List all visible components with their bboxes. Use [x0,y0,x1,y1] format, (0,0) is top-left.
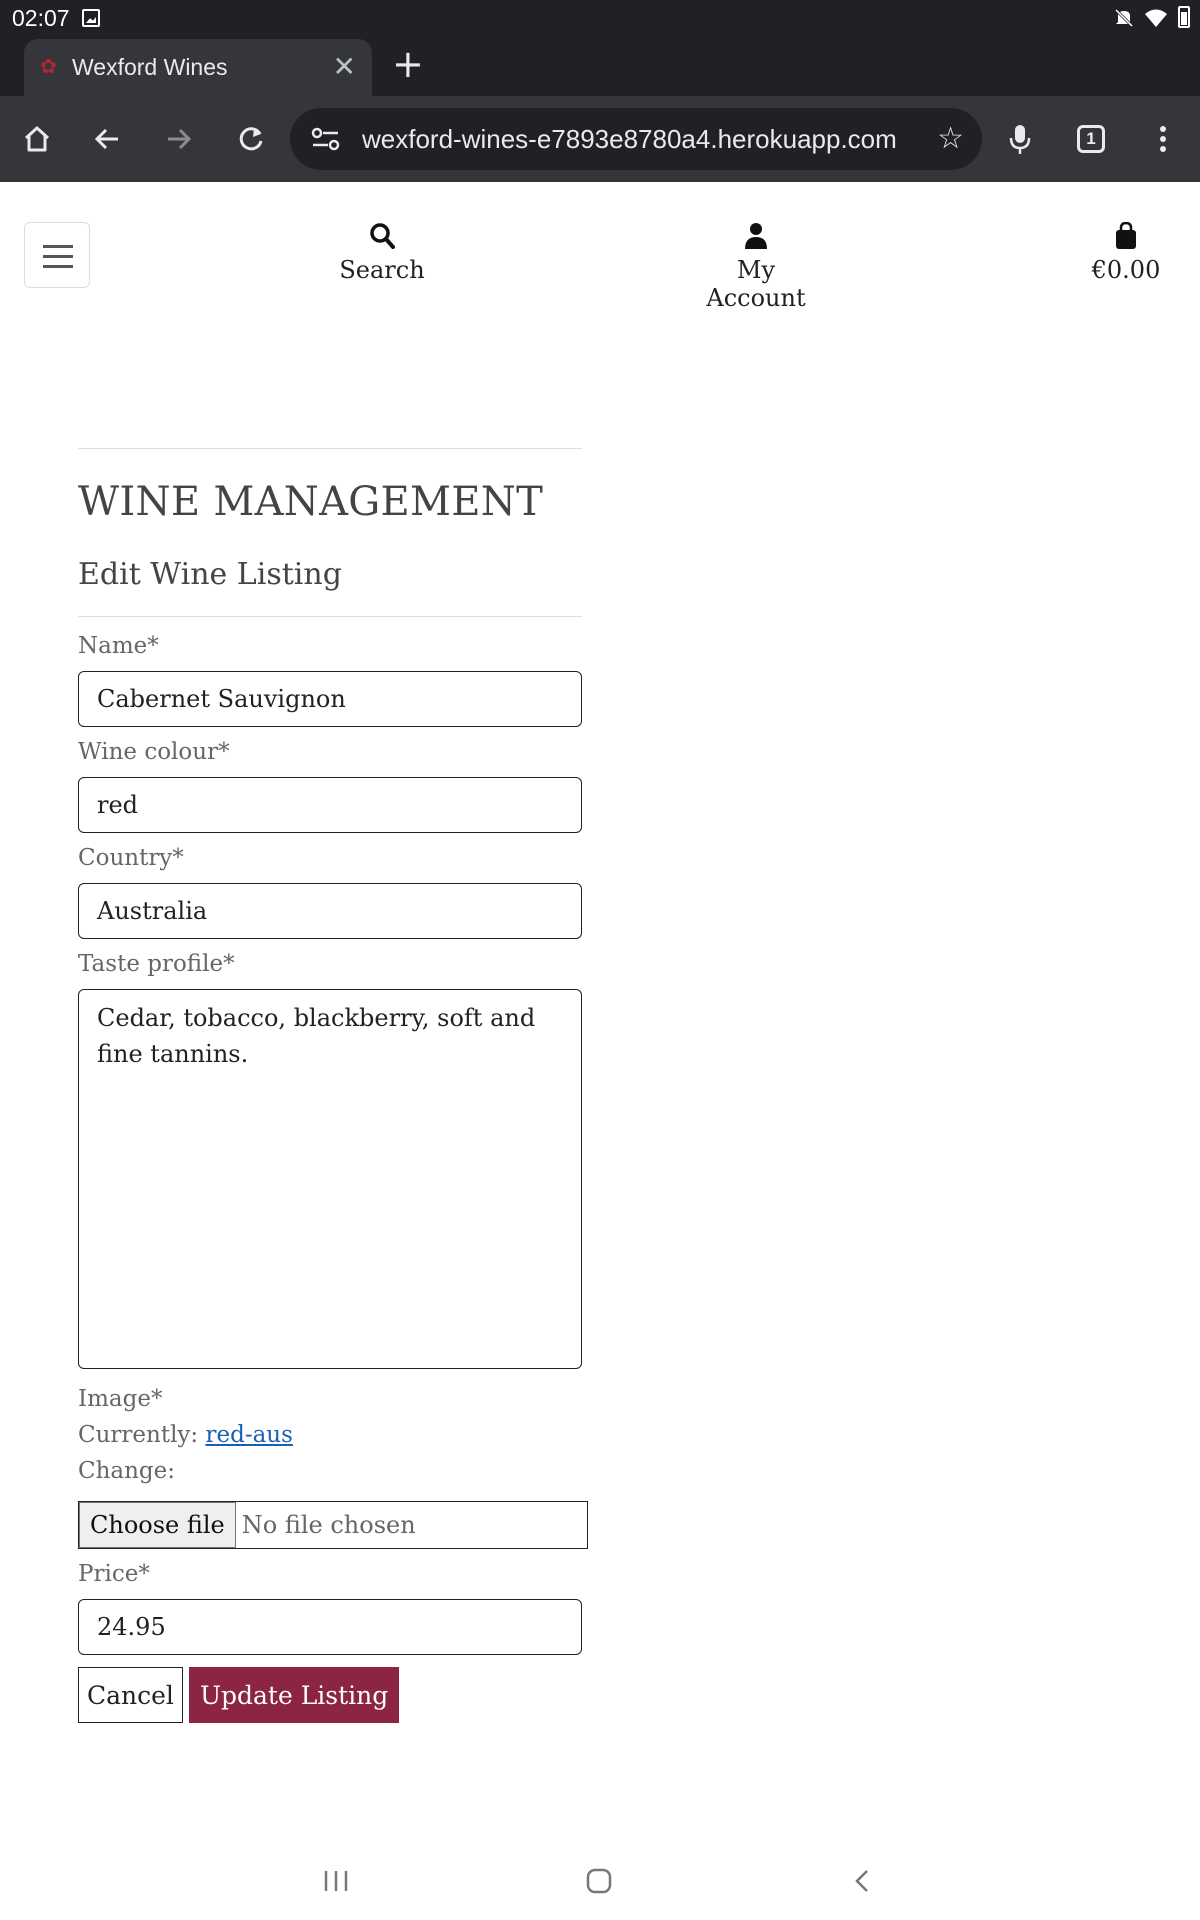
close-tab-icon[interactable]: ✕ [333,50,356,83]
forward-icon[interactable] [158,118,200,160]
main-content: WINE MANAGEMENT Edit Wine Listing Name* … [78,448,588,1723]
change-label: Change: [78,1458,176,1484]
hamburger-icon [43,245,73,248]
shopping-bag-link[interactable]: €0.00 [1086,221,1166,284]
home-icon[interactable] [16,118,58,160]
currently-line: Currently: red-aus [78,1417,582,1453]
back-icon[interactable] [86,118,128,160]
status-icons [1114,6,1190,28]
status-bar: 02:07 [0,0,1200,36]
tab-switcher-icon[interactable]: 1 [1077,125,1105,153]
status-time: 02:07 [12,5,70,31]
page-subtitle: Edit Wine Listing [78,557,342,592]
country-field[interactable]: Australia [78,883,582,939]
name-label: Name* [78,633,159,659]
battery-icon [1178,6,1190,28]
new-tab-icon[interactable]: + [392,44,424,84]
image-file-input[interactable]: Choose file No file chosen [78,1501,588,1549]
image-label: Image* [78,1386,163,1412]
price-label: Price* [78,1561,150,1587]
current-image-link[interactable]: red-aus [205,1422,292,1448]
menu-toggle-button[interactable] [24,222,90,288]
more-menu-icon[interactable] [1142,118,1184,160]
back-nav-icon[interactable] [852,1868,872,1898]
search-icon [336,222,428,252]
taste-profile-label: Taste profile* [78,951,235,977]
browser-tab-strip: ✿ Wexford Wines ✕ + [0,36,1200,96]
grape-favicon-icon: ✿ [40,56,57,78]
wine-colour-label: Wine colour* [78,739,230,765]
edit-wine-form: Name* Cabernet Sauvignon Wine colour* re… [78,633,588,1723]
address-bar[interactable]: wexford-wines-e7893e8780a4.herokuapp.com… [290,108,982,170]
country-label: Country* [78,845,184,871]
price-field[interactable]: 24.95 [78,1599,582,1655]
search-label: Search [339,256,425,284]
browser-tab[interactable]: ✿ Wexford Wines ✕ [24,39,372,96]
name-field[interactable]: Cabernet Sauvignon [78,671,582,727]
tab-title: Wexford Wines [72,54,228,80]
bag-total: €0.00 [1091,256,1161,284]
update-listing-button[interactable]: Update Listing [188,1667,400,1723]
image-section: Image* Currently: red-aus Change: [78,1381,582,1489]
search-link[interactable]: Search [336,222,428,284]
site-settings-icon[interactable] [310,124,342,154]
my-account-link[interactable]: My Account [684,222,828,312]
browser-toolbar: wexford-wines-e7893e8780a4.herokuapp.com… [0,96,1200,182]
wine-colour-field[interactable]: red [78,777,582,833]
image-notification-icon [82,9,100,27]
choose-file-button[interactable]: Choose file [79,1502,236,1548]
system-navigation-bar [0,1848,1200,1920]
reload-icon[interactable] [230,118,272,160]
my-account-label: My Account [706,256,806,312]
taste-profile-field[interactable]: Cedar, tobacco, blackberry, soft and fin… [78,989,582,1369]
recent-apps-icon[interactable] [322,1868,350,1898]
site-header: Search My Account €0.00 [0,182,1200,312]
shopping-bag-icon [1086,221,1166,252]
top-divider [78,448,582,449]
mute-icon [1114,7,1134,28]
page-title: WINE MANAGEMENT [78,479,544,525]
form-actions: Cancel Update Listing [78,1667,582,1723]
url-text[interactable]: wexford-wines-e7893e8780a4.herokuapp.com [362,124,902,155]
microphone-icon[interactable] [999,118,1041,160]
wifi-icon [1144,7,1168,27]
form-divider [78,616,582,617]
cancel-button[interactable]: Cancel [78,1667,183,1723]
bookmark-star-icon[interactable]: ☆ [937,121,964,156]
currently-label: Currently: [78,1422,199,1448]
home-nav-icon[interactable] [586,1868,612,1898]
file-status-text: No file chosen [241,1511,416,1539]
user-icon [684,222,828,252]
